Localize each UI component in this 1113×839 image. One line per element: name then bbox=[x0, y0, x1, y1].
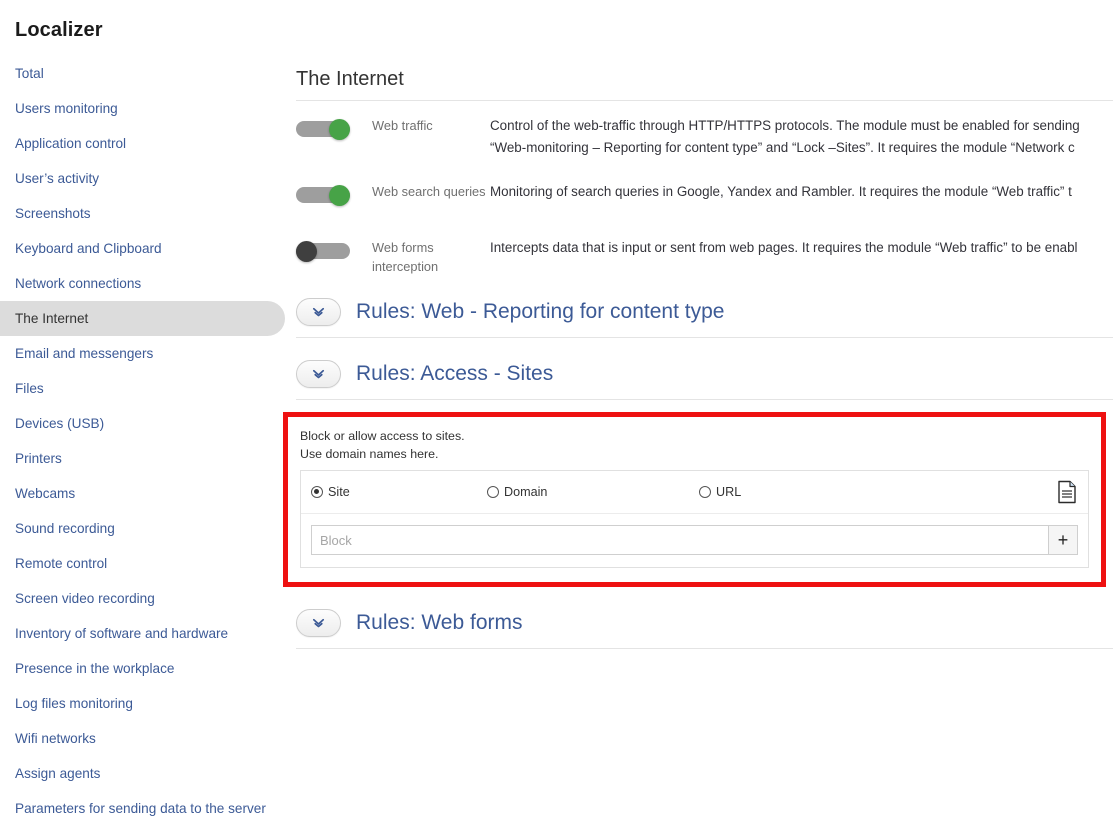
access-sites-rules-box: Site Domain URL Block + bbox=[300, 470, 1089, 568]
section-divider-2 bbox=[296, 399, 1113, 400]
radio-option-url[interactable]: URL bbox=[699, 485, 1056, 499]
toggle-web-search-queries[interactable] bbox=[296, 185, 350, 206]
expand-rules-web-forms-button[interactable] bbox=[296, 609, 341, 637]
toggle-web-traffic[interactable] bbox=[296, 119, 350, 140]
module-label-web-forms-interception: Web forms interception bbox=[372, 240, 439, 274]
access-sites-help-line-1: Block or allow access to sites. bbox=[300, 429, 465, 443]
sidebar-item-wifi-networks[interactable]: Wifi networks bbox=[0, 721, 290, 756]
sidebar-item-assign-agents[interactable]: Assign agents bbox=[0, 756, 290, 791]
main-content: The Internet Web traffic Control of the … bbox=[283, 0, 1113, 839]
block-site-input[interactable] bbox=[311, 525, 1048, 555]
access-sites-input-row: + bbox=[301, 514, 1088, 567]
sidebar-item-devices-usb[interactable]: Devices (USB) bbox=[0, 406, 290, 441]
page-title-divider bbox=[296, 100, 1113, 101]
sidebar-item-keyboard-and-clipboard[interactable]: Keyboard and Clipboard bbox=[0, 231, 290, 266]
access-sites-panel-highlight: Block or allow access to sites. Use doma… bbox=[283, 412, 1106, 587]
sidebar-item-the-internet[interactable]: The Internet bbox=[0, 301, 285, 336]
toggle-knob bbox=[329, 119, 350, 140]
module-row-web-forms-interception: Web forms interception Intercepts data t… bbox=[290, 237, 1113, 276]
sidebar-item-screen-video-recording[interactable]: Screen video recording bbox=[0, 581, 290, 616]
sidebar-item-remote-control[interactable]: Remote control bbox=[0, 546, 290, 581]
add-rule-button[interactable]: + bbox=[1048, 525, 1078, 555]
module-description-web-search-queries: Monitoring of search queries in Google, … bbox=[490, 184, 1072, 199]
toggle-knob bbox=[296, 241, 317, 262]
toggle-web-forms-interception[interactable] bbox=[296, 241, 350, 262]
module-label-web-traffic: Web traffic bbox=[372, 118, 433, 133]
section-title-rules-web-forms[interactable]: Rules: Web forms bbox=[356, 609, 523, 637]
section-title-rules-access-sites[interactable]: Rules: Access - Sites bbox=[356, 360, 553, 388]
access-sites-help-line-2: Use domain names here. bbox=[300, 447, 439, 461]
section-divider-1 bbox=[296, 337, 1113, 338]
radio-label-domain: Domain bbox=[504, 485, 548, 499]
section-rules-web-forms: Rules: Web forms bbox=[290, 609, 1113, 637]
sidebar: Localizer Total Users monitoring Applica… bbox=[0, 0, 290, 839]
sidebar-item-presence-in-the-workplace[interactable]: Presence in the workplace bbox=[0, 651, 290, 686]
module-description-web-traffic: Control of the web-traffic through HTTP/… bbox=[490, 118, 1080, 155]
sidebar-item-sound-recording[interactable]: Sound recording bbox=[0, 511, 290, 546]
sidebar-item-inventory-of-software-and-hardware[interactable]: Inventory of software and hardware bbox=[0, 616, 290, 651]
module-toggle-list: Web traffic Control of the web-traffic t… bbox=[290, 115, 1113, 276]
access-sites-radio-row: Site Domain URL bbox=[301, 471, 1088, 514]
radio-label-site: Site bbox=[328, 485, 350, 499]
module-row-web-traffic: Web traffic Control of the web-traffic t… bbox=[290, 115, 1113, 159]
module-label-web-search-queries: Web search queries bbox=[372, 184, 486, 199]
radio-option-domain[interactable]: Domain bbox=[487, 485, 699, 499]
sidebar-item-files[interactable]: Files bbox=[0, 371, 290, 406]
sidebar-item-screenshots[interactable]: Screenshots bbox=[0, 196, 290, 231]
expand-rules-web-reporting-button[interactable] bbox=[296, 298, 341, 326]
radio-mark-site bbox=[311, 486, 323, 498]
section-rules-web-reporting-for-content-type: Rules: Web - Reporting for content type bbox=[290, 298, 1113, 326]
sidebar-item-parameters-for-sending-data-to-the-server[interactable]: Parameters for sending data to the serve… bbox=[0, 791, 290, 826]
section-divider-3 bbox=[296, 648, 1113, 649]
sidebar-item-printers[interactable]: Printers bbox=[0, 441, 290, 476]
section-title-rules-web-reporting[interactable]: Rules: Web - Reporting for content type bbox=[356, 298, 724, 326]
sidebar-item-webcams[interactable]: Webcams bbox=[0, 476, 290, 511]
sidebar-item-total[interactable]: Total bbox=[0, 56, 290, 91]
radio-option-site[interactable]: Site bbox=[311, 485, 487, 499]
app-brand-title: Localizer bbox=[15, 19, 103, 41]
chevron-double-down-icon bbox=[312, 618, 325, 627]
sidebar-item-email-and-messengers[interactable]: Email and messengers bbox=[0, 336, 290, 371]
sidebar-item-log-files-monitoring[interactable]: Log files monitoring bbox=[0, 686, 290, 721]
document-icon[interactable] bbox=[1056, 480, 1078, 504]
chevron-double-down-icon bbox=[312, 369, 325, 378]
toggle-knob bbox=[329, 185, 350, 206]
page-title: The Internet bbox=[296, 68, 404, 90]
section-rules-access-sites: Rules: Access - Sites bbox=[290, 360, 1113, 388]
sidebar-item-users-activity[interactable]: User’s activity bbox=[0, 161, 290, 196]
chevron-double-down-icon bbox=[312, 307, 325, 316]
sidebar-item-users-monitoring[interactable]: Users monitoring bbox=[0, 91, 290, 126]
radio-label-url: URL bbox=[716, 485, 742, 499]
app-root: Localizer Total Users monitoring Applica… bbox=[0, 0, 1113, 839]
sidebar-nav: Total Users monitoring Application contr… bbox=[0, 56, 290, 826]
module-description-web-forms-interception: Intercepts data that is input or sent fr… bbox=[490, 240, 1078, 255]
radio-mark-domain bbox=[487, 486, 499, 498]
sidebar-item-network-connections[interactable]: Network connections bbox=[0, 266, 290, 301]
expand-rules-access-sites-button[interactable] bbox=[296, 360, 341, 388]
sidebar-item-application-control[interactable]: Application control bbox=[0, 126, 290, 161]
radio-mark-url bbox=[699, 486, 711, 498]
module-row-web-search-queries: Web search queries Monitoring of search … bbox=[290, 181, 1113, 215]
